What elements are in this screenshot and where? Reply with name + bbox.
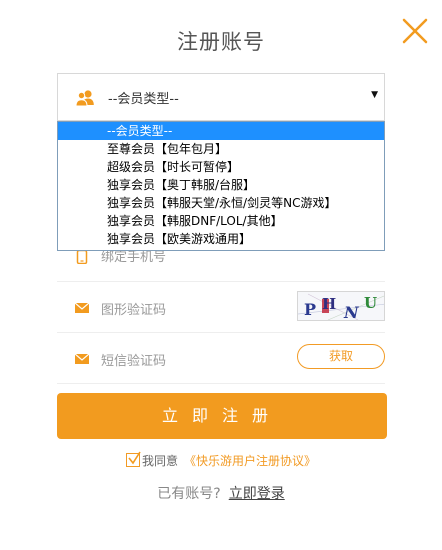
captcha-image[interactable]: P H N U [297, 291, 385, 321]
captcha-char: N [344, 303, 359, 321]
agree-text: 我同意 [141, 454, 178, 468]
agree-checkbox[interactable] [125, 451, 141, 467]
envelope-icon [75, 302, 89, 313]
member-type-option[interactable]: 独享会员【韩服天堂/永恒/剑灵等NC游戏】 [58, 194, 384, 212]
member-type-option[interactable]: --会员类型-- [58, 122, 384, 140]
agreement-line: 我同意 《快乐游用户注册协议》 [0, 451, 442, 469]
login-line: 已有账号? 立即登录 [0, 483, 442, 503]
member-type-select[interactable]: --会员类型-- ▼ [57, 73, 385, 121]
sms-code-field[interactable]: 短信验证码 获取 [57, 334, 385, 384]
login-link[interactable]: 立即登录 [229, 486, 285, 502]
register-button[interactable]: 立即注册 [57, 393, 387, 439]
captcha-char: U [364, 294, 378, 312]
get-code-button[interactable]: 获取 [297, 344, 385, 369]
member-type-option[interactable]: 独享会员【韩服DNF/LOL/其他】 [58, 212, 384, 230]
member-type-selected: --会员类型-- [108, 92, 179, 107]
user-group-icon [75, 90, 94, 107]
member-type-option[interactable]: 独享会员【奥丁韩服/台服】 [58, 176, 384, 194]
phone-icon [76, 250, 88, 264]
captcha-placeholder: 图形验证码 [101, 303, 167, 318]
page-title: 注册账号 [177, 30, 265, 54]
envelope-icon [75, 353, 89, 364]
close-icon [402, 18, 428, 44]
captcha-field[interactable]: 图形验证码 P H N U [57, 283, 385, 333]
member-type-option[interactable]: 独享会员【欧美游戏通用】 [58, 230, 384, 248]
login-prompt: 已有账号? [157, 486, 221, 502]
sms-placeholder: 短信验证码 [101, 354, 167, 369]
register-page: 注册账号 --会员类型-- ▼ --会员类型-- 至尊会员【包年包月】 超级会员… [0, 0, 442, 550]
dropdown-arrow-icon: ▼ [371, 90, 378, 100]
close-button[interactable] [398, 14, 432, 48]
agreement-link[interactable]: 《快乐游用户注册协议》 [184, 454, 316, 468]
member-type-option[interactable]: 超级会员【时长可暂停】 [58, 158, 384, 176]
member-type-dropdown: --会员类型-- 至尊会员【包年包月】 超级会员【时长可暂停】 独享会员【奥丁韩… [57, 121, 385, 251]
member-type-option[interactable]: 至尊会员【包年包月】 [58, 140, 384, 158]
check-icon [128, 451, 141, 465]
captcha-char: H [322, 295, 337, 313]
captcha-char: P [304, 300, 317, 319]
